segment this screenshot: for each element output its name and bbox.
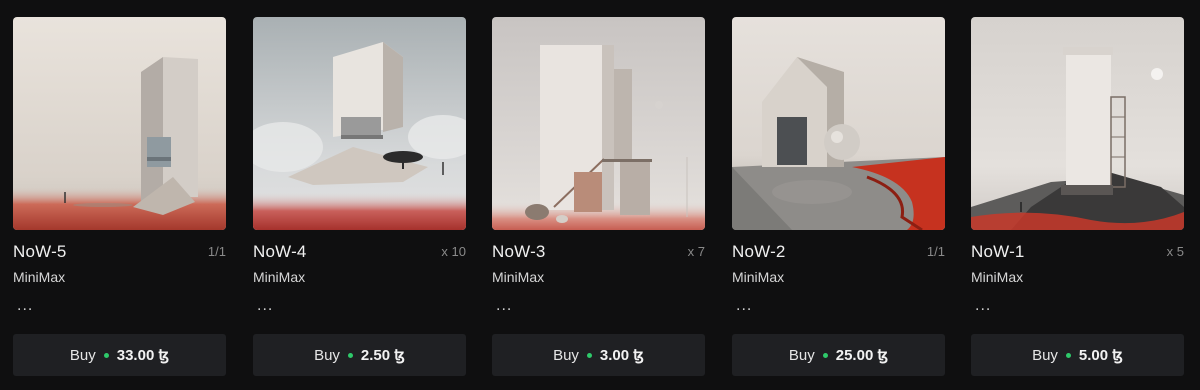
card-title[interactable]: NoW-5 <box>13 242 67 262</box>
artist-name[interactable]: MiniMax <box>732 269 784 285</box>
price: 33.00 ꜩ <box>116 347 170 364</box>
buy-label: Buy <box>314 346 340 364</box>
buy-button[interactable]: Buy 3.00 ꜩ <box>492 334 705 376</box>
card-title[interactable]: NoW-4 <box>253 242 307 262</box>
artist-name[interactable]: MiniMax <box>253 269 305 285</box>
more-options-button[interactable]: ... <box>496 297 512 315</box>
edition-count: x 10 <box>441 244 466 259</box>
artwork-image <box>732 17 945 230</box>
buy-button[interactable]: Buy 25.00 ꜩ <box>732 334 945 376</box>
price: 25.00 ꜩ <box>835 347 889 364</box>
more-options-button[interactable]: ... <box>257 297 273 315</box>
nft-card: NoW-1 x 5 MiniMax ... Buy 5.00 ꜩ <box>971 17 1184 377</box>
card-title[interactable]: NoW-1 <box>971 242 1025 262</box>
buy-button[interactable]: Buy 2.50 ꜩ <box>253 334 466 376</box>
buy-button[interactable]: Buy 33.00 ꜩ <box>13 334 226 376</box>
buy-button[interactable]: Buy 5.00 ꜩ <box>971 334 1184 376</box>
edition-count: 1/1 <box>207 244 226 259</box>
price: 3.00 ꜩ <box>599 347 644 364</box>
artist-name[interactable]: MiniMax <box>971 269 1023 285</box>
artwork-image <box>13 17 226 230</box>
artist-name[interactable]: MiniMax <box>492 269 544 285</box>
artist-name[interactable]: MiniMax <box>13 269 65 285</box>
green-dot-icon <box>1065 352 1071 358</box>
artwork-thumbnail[interactable] <box>492 17 705 230</box>
artwork-image <box>971 17 1184 230</box>
nft-card: NoW-2 1/1 MiniMax ... Buy 25.00 ꜩ <box>732 17 945 377</box>
edition-count: x 7 <box>687 244 705 259</box>
price: 2.50 ꜩ <box>360 347 405 364</box>
edition-count: x 5 <box>1166 244 1184 259</box>
card-title[interactable]: NoW-3 <box>492 242 546 262</box>
green-dot-icon <box>822 352 828 358</box>
nft-card: NoW-3 x 7 MiniMax ... Buy 3.00 ꜩ <box>492 17 705 377</box>
buy-label: Buy <box>69 346 96 364</box>
edition-count: 1/1 <box>926 244 945 259</box>
nft-card: NoW-4 x 10 MiniMax ... Buy 2.50 ꜩ <box>253 17 466 377</box>
green-dot-icon <box>103 352 109 358</box>
buy-label: Buy <box>788 346 815 364</box>
card-title[interactable]: NoW-2 <box>732 242 786 262</box>
nft-card: NoW-5 1/1 MiniMax ... Buy 33.00 ꜩ <box>13 17 226 377</box>
nft-grid: NoW-5 1/1 MiniMax ... Buy 33.00 ꜩ NoW-4 … <box>0 0 1200 390</box>
green-dot-icon <box>586 352 592 358</box>
more-options-button[interactable]: ... <box>736 297 752 315</box>
buy-label: Buy <box>1032 346 1058 364</box>
more-options-button[interactable]: ... <box>17 297 33 315</box>
artwork-thumbnail[interactable] <box>732 17 945 230</box>
buy-label: Buy <box>553 346 579 364</box>
more-options-button[interactable]: ... <box>975 297 991 315</box>
green-dot-icon <box>347 352 353 358</box>
price: 5.00 ꜩ <box>1078 347 1123 364</box>
artwork-thumbnail[interactable] <box>13 17 226 230</box>
artwork-thumbnail[interactable] <box>971 17 1184 230</box>
artwork-thumbnail[interactable] <box>253 17 466 230</box>
artwork-image <box>492 17 705 230</box>
artwork-image <box>253 17 466 230</box>
